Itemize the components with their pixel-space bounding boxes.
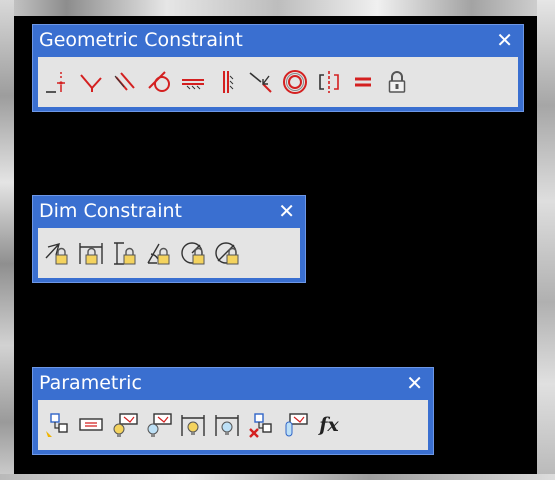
background-right-texture <box>537 0 555 480</box>
hide-all-icon[interactable] <box>144 410 174 440</box>
vertical-icon[interactable] <box>212 67 242 97</box>
toolbar-buttons <box>38 57 518 107</box>
toolbar-titlebar[interactable]: Geometric Constraint ✕ <box>33 25 523 55</box>
fx-icon[interactable]: fx <box>314 410 344 440</box>
parametric-toolbar[interactable]: Parametric ✕ fx <box>32 367 434 455</box>
fx-label: fx <box>319 414 339 436</box>
background-top-texture <box>0 0 555 16</box>
equal-icon[interactable] <box>348 67 378 97</box>
parallel-icon[interactable] <box>110 67 140 97</box>
toolbar-titlebar[interactable]: Parametric ✕ <box>33 368 433 398</box>
delete-constraints-icon[interactable] <box>246 410 276 440</box>
geometric-constraint-toolbar[interactable]: Geometric Constraint ✕ <box>32 24 524 112</box>
close-icon[interactable]: ✕ <box>406 373 423 393</box>
toolbar-title: Geometric Constraint <box>39 29 243 51</box>
horizontal-icon[interactable] <box>178 67 208 97</box>
horizontal-dim-lock-icon[interactable] <box>76 238 106 268</box>
perpendicular-icon[interactable] <box>76 67 106 97</box>
concentric-icon[interactable] <box>280 67 310 97</box>
show-dyn-icon[interactable] <box>76 410 106 440</box>
diameter-dim-lock-icon[interactable] <box>212 238 242 268</box>
radial-dim-lock-icon[interactable] <box>178 238 208 268</box>
coincident-icon[interactable] <box>42 67 72 97</box>
toolbar-title: Parametric <box>39 372 142 394</box>
collinear-icon[interactable] <box>246 67 276 97</box>
toolbar-title: Dim Constraint <box>39 200 182 222</box>
aligned-dim-lock-icon[interactable] <box>42 238 72 268</box>
fix-icon[interactable] <box>382 67 412 97</box>
auto-constrain-icon[interactable] <box>42 410 72 440</box>
dim-constraint-toolbar[interactable]: Dim Constraint ✕ <box>32 195 306 283</box>
close-icon[interactable]: ✕ <box>278 201 295 221</box>
vertical-dim-lock-icon[interactable] <box>110 238 140 268</box>
tangent-icon[interactable] <box>144 67 174 97</box>
background-left-texture <box>0 0 14 480</box>
angular-dim-lock-icon[interactable] <box>144 238 174 268</box>
hide-dims-icon[interactable] <box>212 410 242 440</box>
close-icon[interactable]: ✕ <box>496 30 513 50</box>
param-manager-icon[interactable] <box>280 410 310 440</box>
show-all-icon[interactable] <box>110 410 140 440</box>
toolbar-buttons <box>38 228 300 278</box>
show-dims-icon[interactable] <box>178 410 208 440</box>
background-bottom-texture <box>0 474 555 480</box>
toolbar-buttons: fx <box>38 400 428 450</box>
symmetric-icon[interactable] <box>314 67 344 97</box>
toolbar-titlebar[interactable]: Dim Constraint ✕ <box>33 196 305 226</box>
